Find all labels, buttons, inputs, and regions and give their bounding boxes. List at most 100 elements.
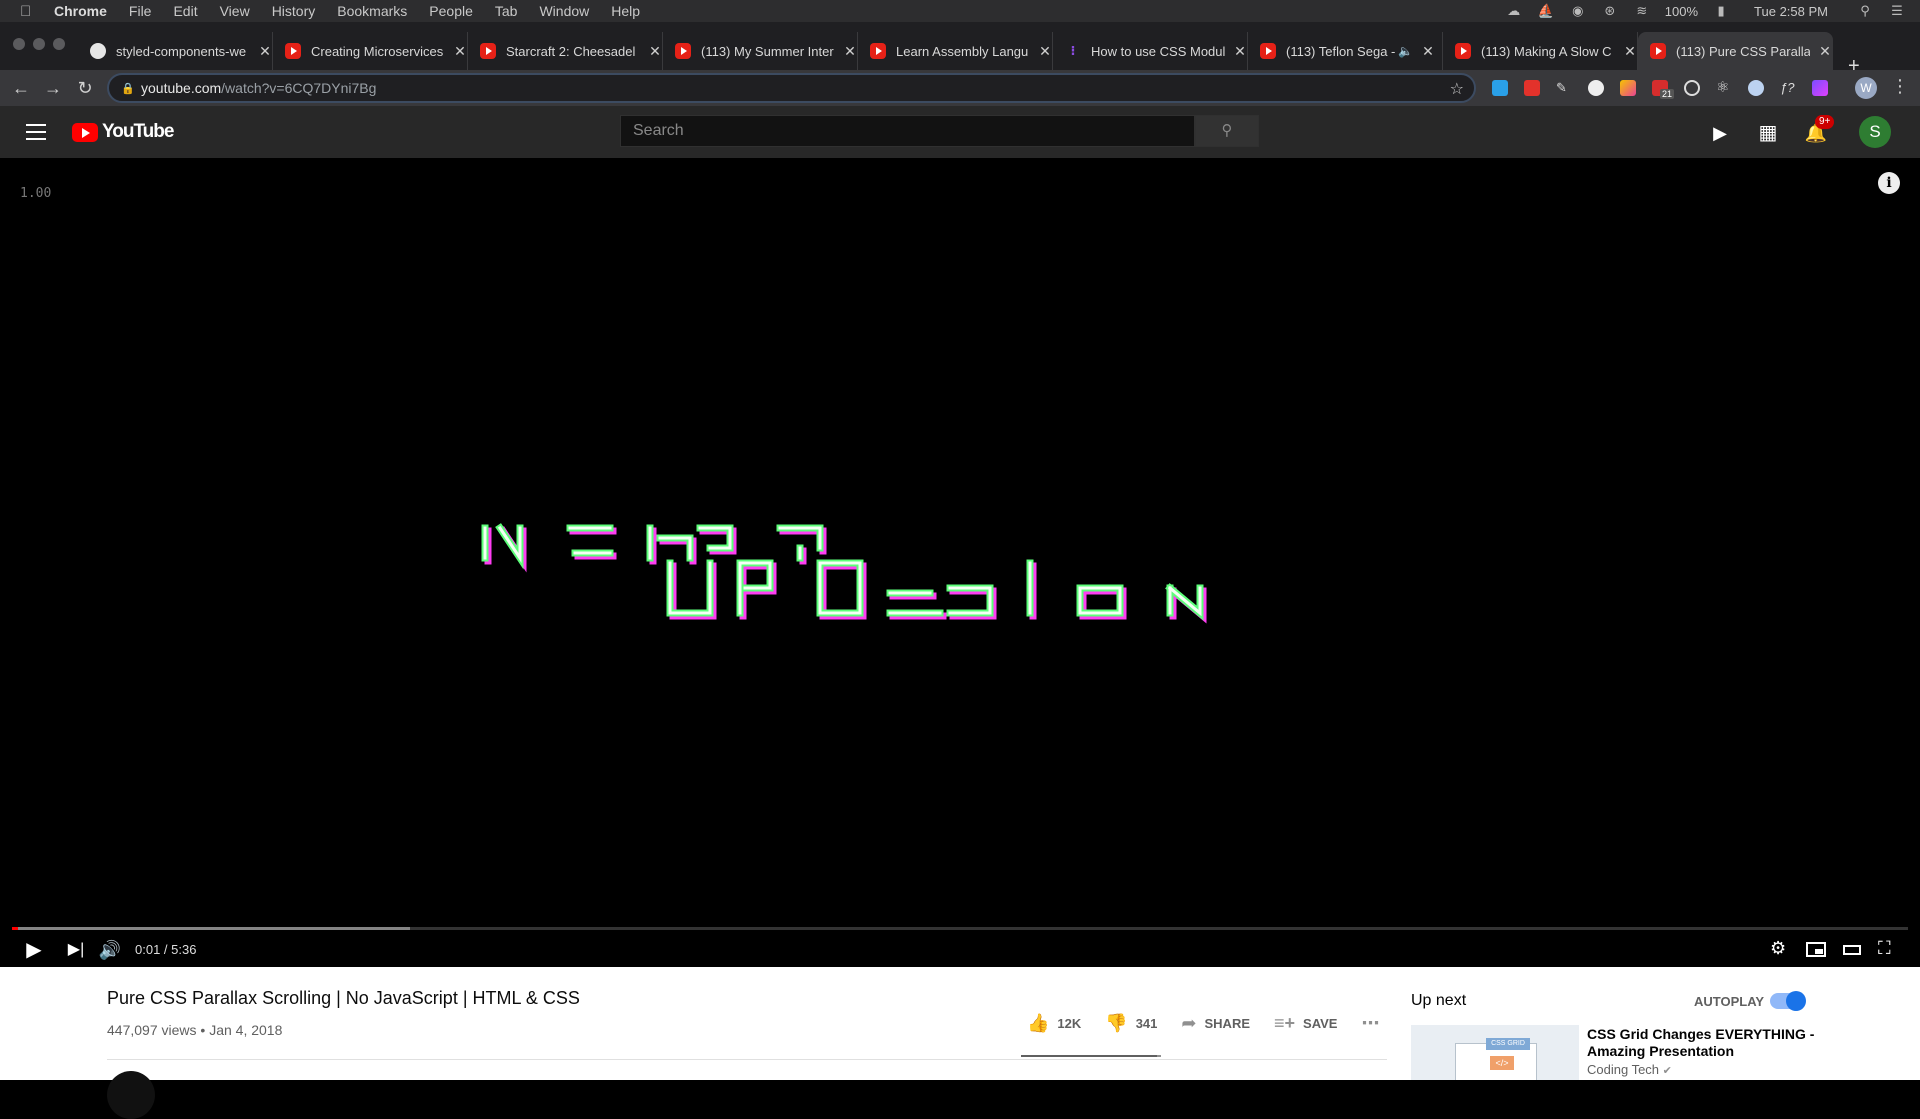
minimize-window-button[interactable] — [33, 38, 45, 50]
menu-edit[interactable]: Edit — [173, 3, 197, 19]
recommended-channel[interactable]: Coding Tech ✔ — [1587, 1062, 1672, 1077]
info-icon[interactable]: i — [1878, 172, 1900, 194]
back-icon[interactable]: ← — [7, 74, 35, 102]
menu-history[interactable]: History — [272, 3, 316, 19]
audio-playing-icon[interactable]: 🔈 — [1398, 44, 1413, 58]
tab-learn-assembly[interactable]: Learn Assembly Langu ✕ — [858, 32, 1053, 70]
reload-icon[interactable]: ↻ — [71, 74, 99, 102]
tab-pure-css-parallax[interactable]: (113) Pure CSS Paralla ✕ — [1638, 32, 1833, 70]
tab-starcraft[interactable]: Starcraft 2: Cheesadel ✕ — [468, 32, 663, 70]
theater-mode-icon[interactable] — [1843, 938, 1867, 962]
miniplayer-icon[interactable] — [1806, 938, 1830, 962]
spotlight-search-icon[interactable]: ⚲ — [1856, 4, 1874, 18]
close-tab-icon[interactable]: ✕ — [648, 43, 662, 60]
extension-fx-icon[interactable]: ƒ? — [1780, 80, 1796, 96]
url-path: /watch?v=6CQ7DYni7Bg — [221, 80, 377, 96]
forward-icon[interactable]: → — [39, 74, 67, 102]
battery-icon[interactable]: ▮ — [1712, 4, 1730, 18]
extension-youtube-icon[interactable] — [1524, 80, 1540, 96]
close-tab-icon[interactable]: ✕ — [1233, 43, 1247, 60]
menu-app-name[interactable]: Chrome — [54, 3, 107, 19]
extension-circle-icon[interactable] — [1588, 80, 1604, 96]
settings-hd-icon[interactable]: ⚙ — [1770, 938, 1794, 962]
wifi-icon[interactable]: ≋ — [1633, 4, 1651, 18]
thumbnail-label: CSS GRID — [1486, 1038, 1530, 1050]
apple-icon[interactable]:  — [20, 3, 40, 20]
lock-icon[interactable]: 🔒 — [121, 82, 135, 95]
youtube-logo[interactable]: YouTube — [72, 121, 174, 143]
volume-icon[interactable]: 🔊 — [98, 938, 122, 962]
bluetooth-icon[interactable]: ⊛ — [1601, 4, 1619, 18]
fullscreen-icon[interactable]: ⛶ — [1878, 938, 1902, 962]
dislike-button[interactable]: 👎 341 — [1105, 1013, 1157, 1034]
tab-styled-components[interactable]: styled-components-we ✕ — [78, 32, 273, 70]
tab-title: (113) Teflon Sega - — [1286, 43, 1396, 59]
youtube-icon — [1650, 43, 1666, 59]
autoplay-toggle[interactable] — [1770, 991, 1806, 1011]
apps-grid-icon[interactable]: ▦ — [1756, 121, 1780, 145]
extension-w-icon[interactable] — [1620, 80, 1636, 96]
notification-badge: 9+ — [1815, 115, 1835, 129]
tab-css-modules[interactable]: ⁝ How to use CSS Modul ✕ — [1053, 32, 1248, 70]
menu-window[interactable]: Window — [539, 3, 589, 19]
extension-pen-icon[interactable]: ✎ — [1556, 80, 1572, 96]
notification-center-icon[interactable]: ☰ — [1888, 4, 1906, 18]
close-tab-icon[interactable]: ✕ — [258, 43, 272, 60]
like-button[interactable]: 👍 12K — [1027, 1013, 1081, 1034]
create-video-icon[interactable]: ▶ — [1708, 121, 1732, 145]
maximize-window-button[interactable] — [53, 38, 65, 50]
recommended-video-title[interactable]: CSS Grid Changes EVERYTHING - Amazing Pr… — [1587, 1026, 1817, 1060]
like-count: 12K — [1057, 1016, 1082, 1031]
address-bar[interactable]: 🔒 youtube.com/watch?v=6CQ7DYni7Bg ☆ — [107, 73, 1476, 103]
play-icon[interactable]: ▶ — [22, 938, 46, 962]
verified-icon: ✔ — [1662, 1065, 1672, 1077]
channel-avatar[interactable] — [107, 1071, 155, 1119]
menu-help[interactable]: Help — [611, 3, 640, 19]
search-input[interactable]: Search — [620, 115, 1195, 147]
extension-target-icon[interactable] — [1684, 80, 1700, 96]
url-text[interactable]: youtube.com/watch?v=6CQ7DYni7Bg — [141, 80, 376, 96]
close-tab-icon[interactable]: ✕ — [453, 43, 467, 60]
sync-icon[interactable]: ◉ — [1569, 4, 1587, 18]
menu-tab[interactable]: Tab — [495, 3, 518, 19]
search-button[interactable]: ⚲ — [1195, 115, 1259, 147]
cloud-icon[interactable]: ☁ — [1505, 4, 1523, 18]
recommended-video-thumbnail[interactable]: CSS GRID </> — [1411, 1025, 1579, 1080]
clock[interactable]: Tue 2:58 PM — [1754, 4, 1828, 19]
browser-menu-icon[interactable]: ⋮ — [1891, 76, 1909, 97]
menu-view[interactable]: View — [220, 3, 250, 19]
video-player[interactable]: 1.00 i ▶ ▶| 🔊 0:01 / 5:36 ⚙ ⛶ — [0, 158, 1920, 967]
close-tab-icon[interactable]: ✕ — [1623, 43, 1637, 60]
bookmark-star-icon[interactable]: ☆ — [1450, 79, 1464, 99]
tab-teflon-sega[interactable]: (113) Teflon Sega - 🔈 ✕ — [1248, 32, 1443, 70]
browser-toolbar: ← → ↻ 🔒 youtube.com/watch?v=6CQ7DYni7Bg … — [0, 70, 1920, 106]
user-avatar[interactable]: S — [1859, 116, 1891, 148]
extension-slash-icon[interactable] — [1812, 80, 1828, 96]
docker-icon[interactable]: ⛵ — [1537, 4, 1555, 18]
close-tab-icon[interactable]: ✕ — [1038, 43, 1052, 60]
next-video-icon[interactable]: ▶| — [64, 938, 88, 962]
close-tab-icon[interactable]: ✕ — [1421, 43, 1435, 60]
tab-making-slow[interactable]: (113) Making A Slow C ✕ — [1443, 32, 1638, 70]
url-host: youtube.com — [141, 80, 222, 96]
close-tab-icon[interactable]: ✕ — [1818, 43, 1832, 60]
save-button[interactable]: ≡+ SAVE — [1274, 1013, 1337, 1034]
browser-profile-avatar[interactable]: W — [1855, 77, 1877, 99]
meta-separator: • — [200, 1022, 210, 1038]
video-progress-bar[interactable] — [12, 927, 1908, 930]
menu-file[interactable]: File — [129, 3, 152, 19]
close-tab-icon[interactable]: ✕ — [843, 43, 857, 60]
more-actions-button[interactable]: ⋯ — [1361, 1013, 1379, 1034]
menu-people[interactable]: People — [429, 3, 473, 19]
extension-tweetdeck-icon[interactable] — [1492, 80, 1508, 96]
played-bar — [12, 927, 18, 930]
autoplay-label: AUTOPLAY — [1694, 994, 1765, 1009]
extension-react-icon[interactable]: ⚛ — [1716, 80, 1732, 96]
menu-bookmarks[interactable]: Bookmarks — [337, 3, 407, 19]
close-window-button[interactable] — [13, 38, 25, 50]
hamburger-menu-icon[interactable] — [26, 121, 46, 141]
share-button[interactable]: ➦ SHARE — [1181, 1013, 1250, 1034]
extension-blue-circle-icon[interactable] — [1748, 80, 1764, 96]
tab-summer-internship[interactable]: (113) My Summer Inter ✕ — [663, 32, 858, 70]
tab-creating-microservices[interactable]: Creating Microservices ✕ — [273, 32, 468, 70]
